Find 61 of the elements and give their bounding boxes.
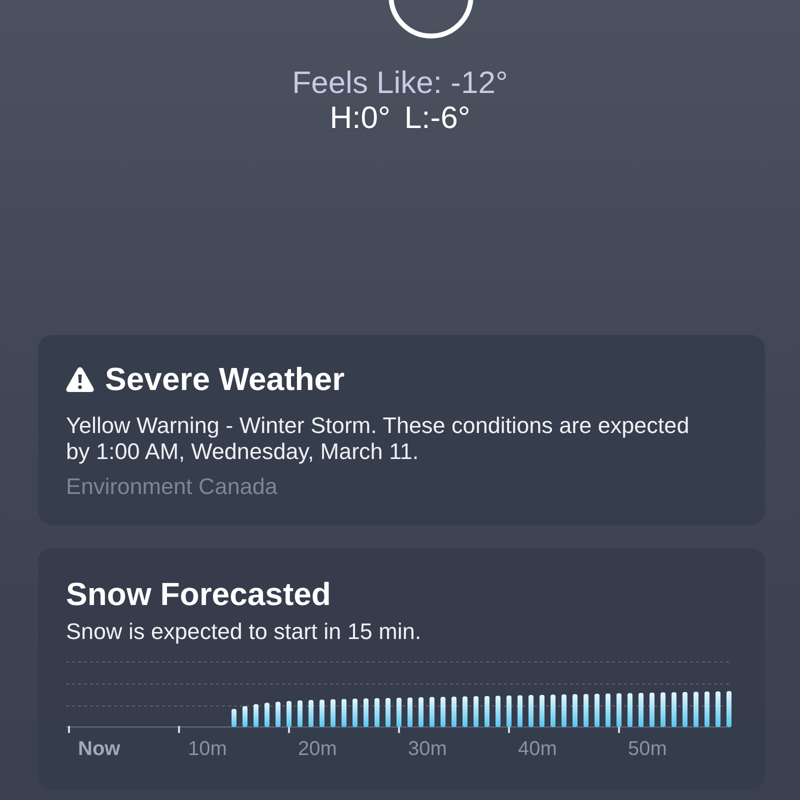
forecast-title: Snow Forecasted — [66, 577, 332, 611]
alert-message: Yellow Warning - Winter Storm. These conditions are expected by 1:00 AM, Wednesday, March 11. — [66, 413, 690, 465]
snow-bar — [408, 698, 412, 727]
snow-bar — [572, 694, 578, 727]
snow-bar — [616, 693, 622, 727]
snow-bar — [396, 698, 402, 727]
snow-bar — [386, 698, 390, 727]
forecast-summary: Snow is expected to start in 15 min. — [66, 620, 422, 644]
snow-bar — [638, 692, 644, 727]
snow-bar — [694, 692, 698, 727]
snow-bar — [562, 694, 566, 727]
snow-bar — [254, 704, 258, 727]
alert-title: Severe Weather — [105, 362, 345, 396]
snow-bar — [298, 700, 302, 727]
snow-bar — [650, 692, 654, 727]
snow-bar — [682, 692, 688, 727]
time-label: 50m — [628, 738, 667, 760]
snow-bar — [484, 696, 490, 727]
snow-bar — [474, 696, 478, 727]
snow-bar — [276, 702, 280, 727]
snow-bar — [628, 693, 632, 727]
snow-bar — [506, 696, 512, 727]
time-label: 10m — [188, 738, 227, 760]
snow-bar — [606, 694, 610, 727]
feels-like-temperature: Feels Like: -12° — [292, 65, 508, 100]
snow-bar — [660, 692, 666, 727]
snow-bar — [594, 694, 600, 727]
snow-bar — [496, 696, 500, 727]
snow-bar — [232, 709, 236, 727]
snow-bar — [584, 694, 588, 727]
low-temperature: L:-6° — [404, 100, 470, 135]
snow-bar — [726, 691, 732, 727]
time-label: Now — [78, 738, 120, 760]
snow-bar — [440, 696, 446, 727]
snow-bar — [330, 699, 336, 727]
time-label: 40m — [518, 738, 557, 760]
snow-bar — [550, 694, 556, 727]
snow-bar — [452, 696, 456, 727]
snow-bar — [320, 700, 324, 727]
snow-bar — [430, 697, 434, 727]
alert-source: Environment Canada — [66, 475, 278, 499]
snow-bar — [264, 702, 270, 727]
snow-bar — [716, 691, 720, 727]
warning-icon — [66, 366, 94, 392]
time-label: 20m — [298, 738, 337, 760]
snow-bar — [308, 700, 314, 727]
snow-bar — [528, 695, 534, 727]
high-temperature: H:0° — [330, 100, 390, 135]
snow-bar — [352, 698, 358, 727]
snow-bar — [462, 696, 468, 727]
snow-bar — [418, 697, 424, 727]
snow-bar — [374, 698, 380, 727]
time-label: 30m — [408, 738, 447, 760]
snow-bar — [704, 692, 710, 727]
snow-bar — [286, 700, 292, 727]
snow-bar — [364, 698, 368, 727]
snow-bar — [242, 706, 248, 727]
snow-bar — [672, 692, 676, 727]
snow-bar — [540, 694, 544, 727]
snow-bar — [342, 698, 346, 727]
snow-bar — [518, 695, 522, 727]
